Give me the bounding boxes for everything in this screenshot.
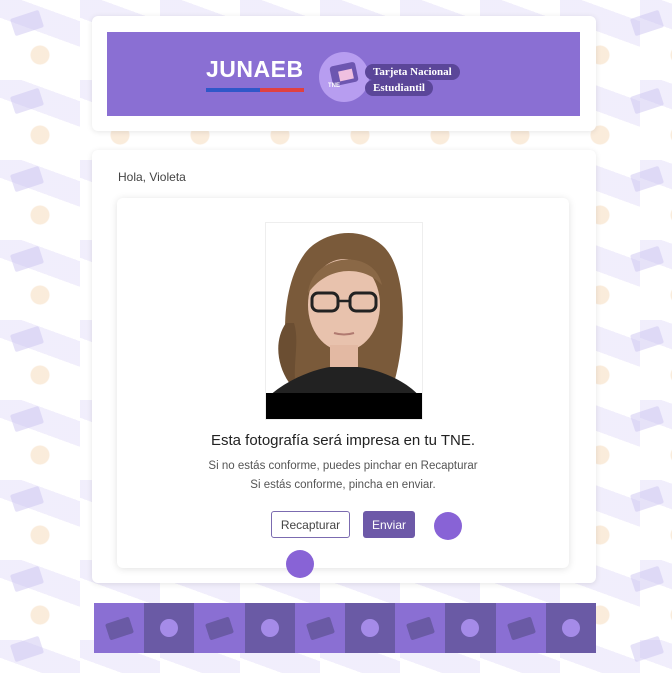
card-icon — [395, 603, 446, 653]
greeting-text: Hola, Violeta — [118, 170, 186, 184]
circle-icon — [344, 603, 396, 653]
decorative-dot — [286, 550, 314, 578]
flag-stripe — [206, 88, 304, 92]
card-icon — [194, 603, 245, 653]
student-photo — [265, 222, 423, 420]
recapture-button[interactable]: Recapturar — [271, 511, 350, 538]
tne-card-icon: TNE — [319, 52, 369, 102]
junaeb-banner: JUNAEB TNE Tarjeta Nacional Estudiantil — [107, 32, 580, 116]
send-button[interactable]: Enviar — [363, 511, 415, 538]
header-card: JUNAEB TNE Tarjeta Nacional Estudiantil — [92, 16, 596, 131]
footer-pattern-strip — [94, 603, 596, 653]
card-icon — [495, 603, 546, 653]
send-instruction: Si estás conforme, pincha en enviar. — [250, 479, 436, 491]
tne-title-line-1: Tarjeta Nacional — [365, 64, 460, 80]
circle-icon — [244, 603, 295, 653]
student-photo-image — [266, 223, 422, 419]
junaeb-logo: JUNAEB — [206, 56, 304, 82]
card-icon — [294, 603, 345, 653]
tne-title-line-2: Estudiantil — [365, 80, 433, 96]
tne-badge-label: TNE — [328, 83, 340, 89]
main-card: Hola, Violeta Esta fotografía será impre… — [92, 150, 596, 583]
decorative-dot — [434, 512, 462, 540]
circle-icon — [545, 603, 596, 653]
recapture-instruction: Si no estás conforme, puedes pinchar en … — [208, 460, 478, 472]
photo-confirmation-card: Esta fotografía será impresa en tu TNE. … — [117, 198, 569, 568]
confirmation-title: Esta fotografía será impresa en tu TNE. — [210, 432, 476, 449]
card-icon — [94, 603, 145, 653]
circle-icon — [445, 603, 496, 653]
circle-icon — [144, 603, 195, 653]
